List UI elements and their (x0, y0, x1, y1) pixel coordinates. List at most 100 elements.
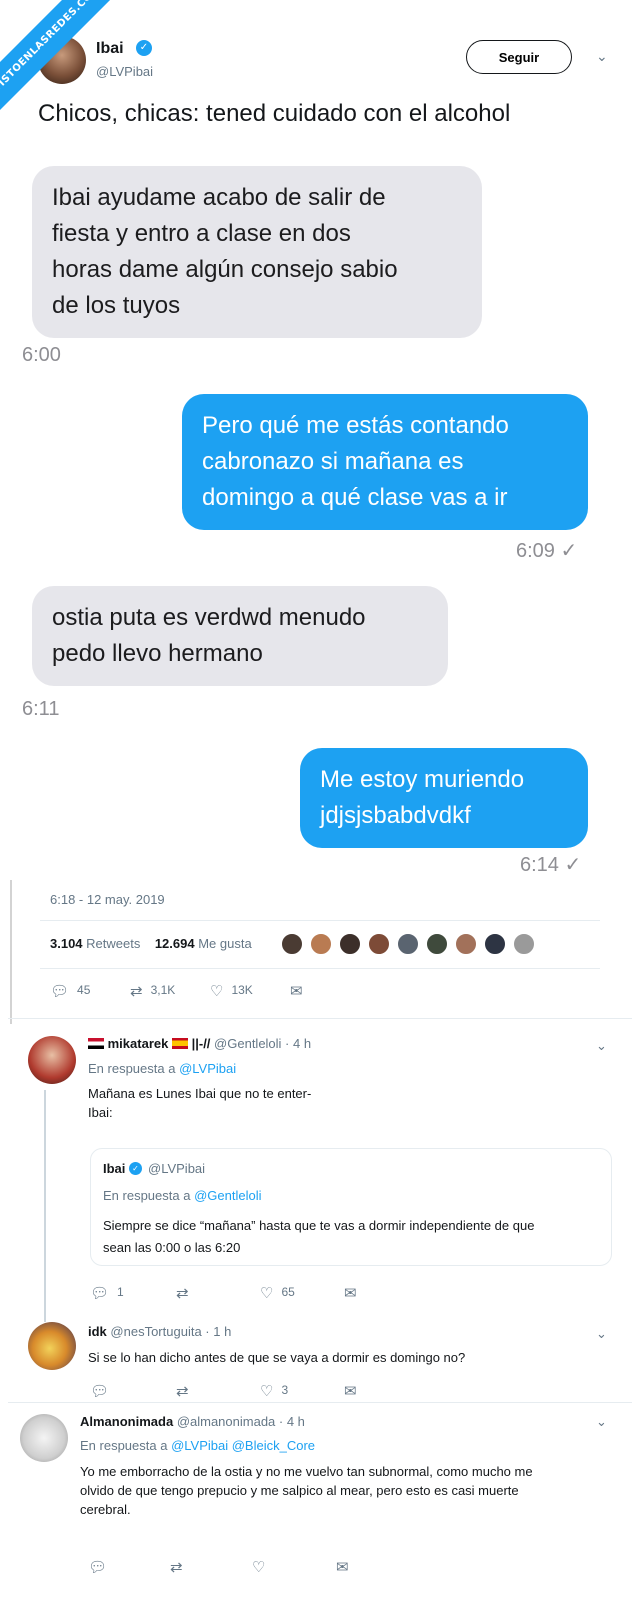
divider (8, 1018, 632, 1019)
reply-text-line: Ibai: (88, 1105, 113, 1120)
avatar[interactable] (454, 932, 478, 956)
avatar[interactable] (309, 932, 333, 956)
retweets-label[interactable]: Retweets (86, 936, 140, 951)
avatar[interactable] (28, 1322, 76, 1370)
likes-count[interactable]: 12.694 (155, 936, 195, 951)
message-line: Ibai ayudame acabo de salir de (52, 184, 386, 211)
heart-icon: ♡ (210, 983, 224, 1000)
avatar[interactable] (338, 932, 362, 956)
reply-author-handle[interactable]: @nesTortuguita · 1 h (110, 1324, 231, 1339)
like-button[interactable]: ♡ 13K (210, 982, 253, 1000)
divider (40, 968, 600, 969)
message-line: cabronazo si mañana es (202, 448, 464, 475)
message-button[interactable]: ✉ (290, 982, 311, 1000)
avatar[interactable] (20, 1414, 68, 1462)
like-button[interactable]: ♡ 65 (260, 1284, 295, 1302)
avatar[interactable] (483, 932, 507, 956)
likes-label[interactable]: Me gusta (198, 936, 251, 951)
chat-screenshot: Ibai ayudame acabo de salir de fiesta y … (10, 146, 630, 876)
reply-count: 1 (117, 1285, 124, 1299)
reply-author-suffix[interactable]: ||-// (192, 1036, 211, 1051)
message-line: de los tuyos (52, 292, 181, 319)
chevron-down-icon[interactable]: ⌄ (596, 1038, 607, 1054)
reply-text: Si se lo han dicho antes de que se vaya … (88, 1350, 466, 1365)
avatar[interactable] (280, 932, 304, 956)
reply-author-handle[interactable]: @Gentleloli · 4 h (214, 1036, 311, 1051)
avatar[interactable] (425, 932, 449, 956)
reply-header: idk @nesTortuguita · 1 h (88, 1324, 231, 1339)
like-count: 13K (231, 983, 253, 997)
retweet-button[interactable]: ⇄ (176, 1284, 197, 1302)
verified-icon: ✓ (136, 40, 152, 56)
message-time: 6:00 (22, 344, 61, 366)
reply-header: mikatarek ||-// @Gentleloli · 4 h (88, 1036, 311, 1051)
reply-button[interactable]: 💬︎ 45 (50, 982, 90, 1000)
author-name[interactable]: Ibai (96, 40, 124, 58)
retweet-button[interactable]: ⇄ (176, 1382, 197, 1400)
reply-author-handle[interactable]: @almanonimada · 4 h (177, 1414, 305, 1429)
flag-icon (171, 1038, 188, 1049)
reply-button[interactable]: 💬︎ (90, 1382, 117, 1400)
retweet-button[interactable]: ⇄ 3,1K (130, 982, 175, 1000)
reply-text: Yo me emborracho de la ostia y no me vue… (80, 1462, 610, 1519)
message-line: Pero qué me estás contando (202, 412, 509, 439)
avatar[interactable] (367, 932, 391, 956)
retweet-icon: ⇄ (170, 1559, 183, 1576)
mail-icon: ✉ (290, 983, 303, 1000)
like-button[interactable]: ♡ (252, 1558, 273, 1576)
reply-text-line: cerebral. (80, 1502, 131, 1517)
chevron-down-icon[interactable]: ⌄ (596, 1326, 607, 1342)
reply-author-name[interactable]: Almanonimada (80, 1414, 173, 1429)
tweet-timestamp[interactable]: 6:18 - 12 may. 2019 (50, 892, 165, 907)
verified-icon: ✓ (129, 1162, 142, 1175)
reply-icon: 💬︎ (90, 1383, 110, 1400)
retweets-count[interactable]: 3.104 (50, 936, 83, 951)
divider (40, 920, 600, 921)
avatar[interactable] (28, 1036, 76, 1084)
author-handle[interactable]: @LVPibai (96, 64, 153, 79)
tweet-text: Chicos, chicas: tened cuidado con el alc… (38, 100, 511, 127)
in-reply-to: En respuesta a @Gentleloli (103, 1188, 261, 1203)
in-reply-link[interactable]: @LVPibai @Bleick_Core (171, 1438, 315, 1453)
message-line: Me estoy muriendo (320, 766, 525, 793)
reply-text-line: olvido de que tengo prepucio y me salpic… (80, 1483, 519, 1498)
chevron-down-icon[interactable]: ⌄ (596, 1414, 607, 1430)
divider (8, 1402, 632, 1403)
message-bubble-outgoing: Pero qué me estás contando cabronazo si … (182, 394, 588, 530)
like-count: 3 (281, 1383, 289, 1397)
in-reply-link[interactable]: @LVPibai (179, 1061, 236, 1076)
reply-button[interactable]: 💬︎ (88, 1558, 115, 1576)
message-line: ostia puta es verdwd menudo (52, 604, 366, 631)
heart-icon: ♡ (252, 1559, 266, 1576)
quoted-tweet[interactable]: Ibai ✓ @LVPibai En respuesta a @Gentlelo… (90, 1148, 612, 1266)
avatar[interactable] (396, 932, 420, 956)
message-button[interactable]: ✉ (344, 1284, 365, 1302)
reply-text: Mañana es Lunes Ibai que no te enter- Ib… (88, 1084, 311, 1122)
follow-button[interactable]: Seguir (466, 40, 572, 74)
reply-button[interactable]: 💬︎ 1 (90, 1284, 124, 1302)
reply-text-line: Yo me emborracho de la ostia y no me vue… (80, 1464, 533, 1479)
message-button[interactable]: ✉ (344, 1382, 365, 1400)
in-reply-to: En respuesta a @LVPibai @Bleick_Core (80, 1438, 315, 1453)
like-button[interactable]: ♡ 3 (260, 1382, 288, 1400)
message-line: domingo a qué clase vas a ir (202, 484, 508, 511)
retweet-count: 3,1K (150, 983, 176, 997)
reply-author-name[interactable]: idk (88, 1324, 107, 1339)
reply-author-name[interactable]: mikatarek (108, 1036, 169, 1051)
chevron-down-icon[interactable]: ⌄ (596, 48, 608, 65)
tweet-stats: 3.104 Retweets 12.694 Me gusta (50, 936, 252, 951)
mail-icon: ✉ (344, 1285, 357, 1302)
quoted-text: Siempre se dice “mañana” hasta que te va… (103, 1215, 603, 1259)
divider (10, 880, 12, 1024)
retweet-button[interactable]: ⇄ (170, 1558, 191, 1576)
retweet-icon: ⇄ (176, 1285, 189, 1302)
message-time: 6:11 (22, 698, 60, 720)
avatar[interactable] (512, 932, 536, 956)
message-button[interactable]: ✉ (336, 1558, 357, 1576)
quoted-text-line: Siempre se dice “mañana” hasta que te va… (103, 1218, 535, 1233)
in-reply-link[interactable]: @Gentleloli (194, 1188, 261, 1203)
in-reply-to: En respuesta a @LVPibai (88, 1061, 236, 1076)
in-reply-label: En respuesta a (80, 1438, 168, 1453)
quoted-author-handle: @LVPibai (148, 1161, 206, 1176)
quoted-text-line: sean las 0:00 o las 6:20 (103, 1240, 241, 1255)
